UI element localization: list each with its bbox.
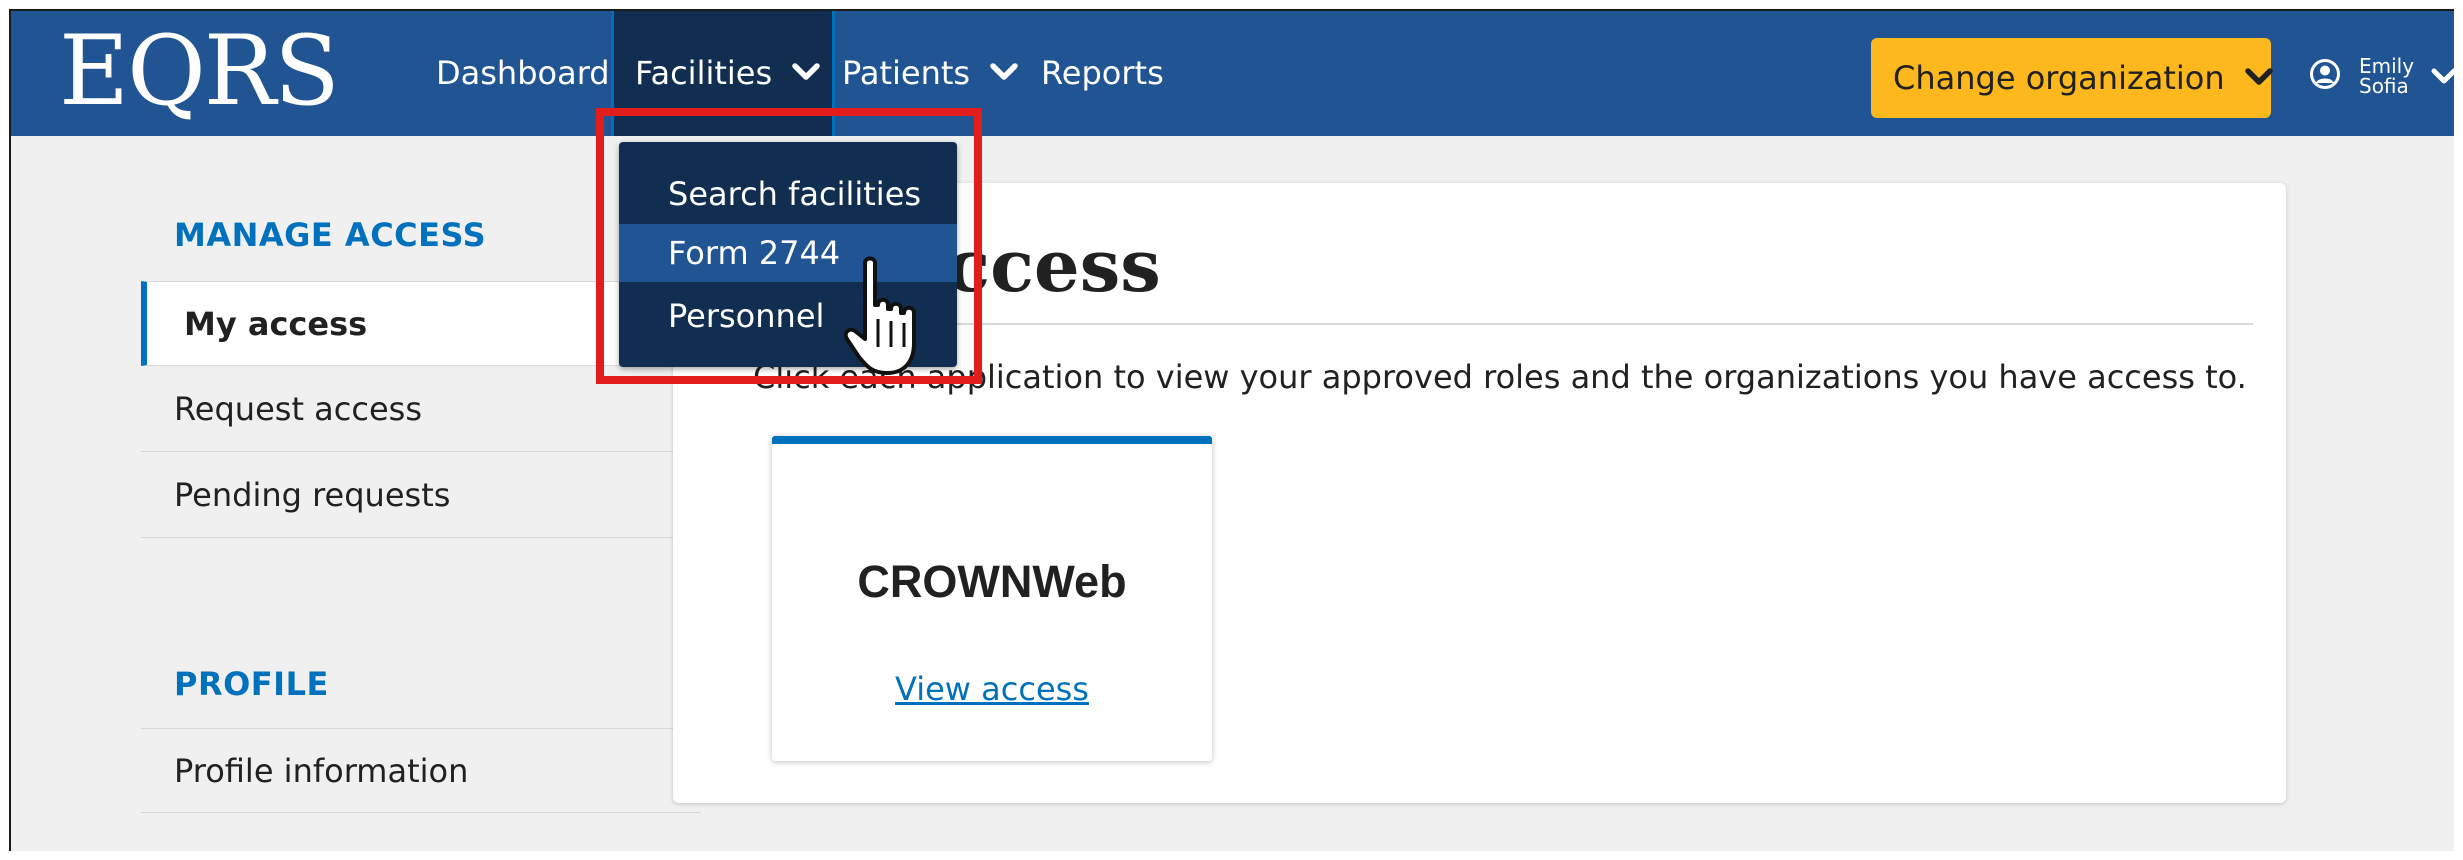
change-organization-button[interactable]: Change organization	[1871, 38, 2273, 118]
hand-pointer-cursor-icon	[843, 256, 916, 375]
nav-facilities-label: Facilities	[635, 54, 773, 92]
user-avatar-icon	[2310, 59, 2340, 89]
top-navigation-bar: EQRS Dashboard Facilities Patients Repor…	[11, 11, 2454, 136]
manage-access-heading: MANAGE ACCESS	[174, 216, 487, 254]
profile-heading: PROFILE	[174, 665, 329, 703]
chevron-down-icon	[2431, 68, 2454, 84]
eqrs-logo[interactable]: EQRS	[59, 15, 340, 127]
nav-reports[interactable]: Reports	[1041, 11, 1164, 136]
nav-patients-label: Patients	[842, 54, 971, 92]
nav-dashboard[interactable]: Dashboard	[436, 11, 610, 136]
sidebar: MANAGE ACCESS My access Request access P…	[11, 136, 701, 851]
sidebar-item-profile-information[interactable]: Profile information	[141, 728, 701, 813]
change-organization-label: Change organization	[1893, 59, 2225, 97]
application-name: CROWNWeb	[857, 556, 1127, 607]
user-last-name: Sofia	[2359, 74, 2409, 98]
chevron-down-icon	[2245, 68, 2273, 85]
application-card[interactable]: CROWNWeb View access	[772, 436, 1212, 761]
chevron-down-icon	[990, 63, 1019, 80]
app-window: EQRS Dashboard Facilities Patients Repor…	[9, 9, 2454, 851]
chevron-down-icon	[792, 63, 821, 80]
user-name: Emily Sofia	[2359, 56, 2419, 96]
sidebar-item-pending-requests[interactable]: Pending requests	[141, 453, 701, 538]
view-access-link[interactable]: View access	[772, 670, 1212, 708]
nav-dashboard-label: Dashboard	[436, 54, 610, 92]
user-menu[interactable]: Emily Sofia	[2303, 51, 2454, 101]
nav-reports-label: Reports	[1041, 54, 1164, 92]
user-first-name: Emily	[2359, 54, 2415, 78]
